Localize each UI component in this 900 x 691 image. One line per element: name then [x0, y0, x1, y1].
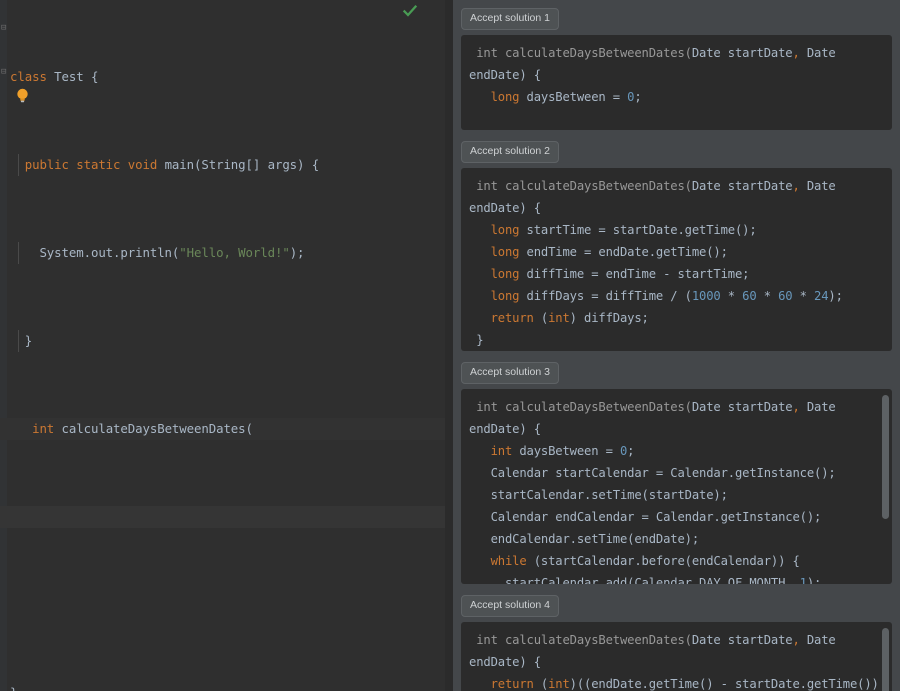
code-editor-pane[interactable]: ⊟ ⊟ class Test { public static void main… — [0, 0, 445, 691]
code-token-text: System.out.println( — [10, 245, 180, 260]
code-token-keyword: public static void — [10, 157, 165, 172]
code-line[interactable]: public static void main(String[] args) { — [0, 154, 445, 176]
indent-guide — [18, 242, 19, 264]
code-line[interactable]: System.out.println("Hello, World!"); — [0, 242, 445, 264]
solution-code-card-1[interactable]: int calculateDaysBetweenDates(Date start… — [461, 35, 892, 130]
code-line-current[interactable]: int calculateDaysBetweenDates( — [0, 418, 445, 440]
code-token-keyword: int — [10, 421, 62, 436]
code-token-text: main(String[] args) { — [164, 157, 320, 172]
solution-code-card-4[interactable]: int calculateDaysBetweenDates(Date start… — [461, 622, 892, 691]
code-token-text: } — [10, 685, 17, 691]
solutions-panel[interactable]: Accept solution 1 int calculateDaysBetwe… — [453, 0, 900, 691]
code-token-text: Test { — [46, 69, 99, 84]
accept-solution-2-button[interactable]: Accept solution 2 — [461, 141, 559, 163]
solution-4-scrollbar[interactable] — [882, 628, 889, 691]
solution-code-card-2[interactable]: int calculateDaysBetweenDates(Date start… — [461, 168, 892, 351]
accept-solution-1-button[interactable]: Accept solution 1 — [461, 8, 559, 30]
accept-solution-4-button[interactable]: Accept solution 4 — [461, 595, 559, 617]
solution-block-2: Accept solution 2 int calculateDaysBetwe… — [461, 139, 892, 351]
code-token-text: ); — [289, 245, 305, 260]
pane-divider[interactable] — [445, 0, 453, 691]
code-line[interactable]: class Test { — [0, 66, 445, 88]
solution-code-card-3[interactable]: int calculateDaysBetweenDates(Date start… — [461, 389, 892, 584]
solution-block-1: Accept solution 1 int calculateDaysBetwe… — [461, 6, 892, 130]
code-token-text: } — [10, 333, 33, 348]
solution-3-scrollbar[interactable] — [882, 395, 889, 519]
code-line[interactable] — [0, 594, 445, 616]
accept-solution-3-button[interactable]: Accept solution 3 — [461, 362, 559, 384]
indent-guide — [18, 330, 19, 352]
code-line[interactable]: } — [0, 682, 445, 691]
code-line[interactable]: } — [0, 330, 445, 352]
solution-code-2: int calculateDaysBetweenDates(Date start… — [469, 179, 843, 347]
editor-code-lines[interactable]: class Test { public static void main(Str… — [0, 0, 445, 691]
code-token-string: "Hello, World!" — [179, 245, 290, 260]
solution-block-3: Accept solution 3 int calculateDaysBetwe… — [461, 360, 892, 584]
solution-block-4: Accept solution 4 int calculateDaysBetwe… — [461, 593, 892, 691]
solution-code-4: int calculateDaysBetweenDates(Date start… — [469, 633, 879, 691]
solution-code-3: int calculateDaysBetweenDates(Date start… — [469, 400, 843, 584]
code-line[interactable] — [0, 506, 445, 528]
lightbulb-icon[interactable] — [16, 88, 29, 104]
checkmark-icon[interactable] — [402, 3, 418, 19]
indent-guide — [18, 154, 19, 176]
solution-code-1: int calculateDaysBetweenDates(Date start… — [469, 46, 843, 104]
code-token-keyword: class — [10, 69, 47, 84]
code-token-text: calculateDaysBetweenDates( — [61, 421, 253, 436]
